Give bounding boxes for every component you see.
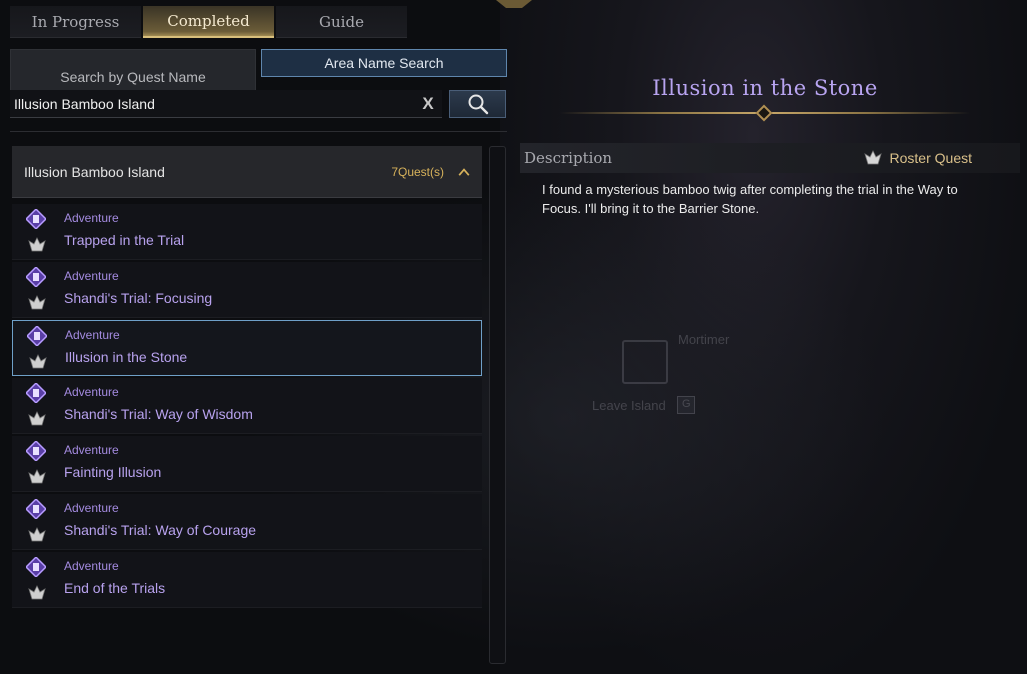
quest-name: Shandi's Trial: Focusing	[64, 290, 213, 306]
top-ornament	[496, 0, 532, 8]
area-group-title: Illusion Bamboo Island	[24, 163, 165, 180]
quest-type: Adventure	[64, 443, 119, 457]
roster-crown-icon	[28, 527, 46, 542]
adventure-book-icon	[27, 326, 47, 346]
adventure-book-icon	[26, 209, 46, 229]
exit-door-icon	[622, 340, 668, 384]
adventure-book-icon	[26, 557, 46, 577]
quest-item-trapped-in-the-trial[interactable]: Adventure Trapped in the Trial	[12, 204, 482, 260]
quest-type: Adventure	[65, 328, 120, 342]
roster-crown-icon	[863, 150, 882, 165]
quest-name: Shandi's Trial: Way of Courage	[64, 522, 257, 538]
area-group-header[interactable]: Illusion Bamboo Island 7Quest(s)	[12, 146, 482, 198]
adventure-book-icon	[26, 267, 46, 287]
roster-crown-icon	[28, 411, 46, 426]
list-scrollbar[interactable]	[489, 146, 506, 664]
adventure-book-icon	[26, 441, 46, 461]
quest-item-end-of-the-trials[interactable]: Adventure End of the Trials	[12, 552, 482, 608]
quest-type: Adventure	[64, 385, 119, 399]
quest-name: Fainting Illusion	[64, 464, 162, 480]
roster-crown-icon	[28, 237, 46, 252]
quest-name: Illusion in the Stone	[65, 349, 188, 365]
roster-crown-icon	[28, 295, 46, 310]
roster-quest-label: Roster Quest	[889, 150, 972, 166]
quest-count-badge: 7Quest(s)	[391, 164, 444, 179]
search-icon	[468, 94, 488, 115]
quest-type: Adventure	[64, 211, 119, 225]
quest-item-fainting-illusion[interactable]: Adventure Fainting Illusion	[12, 436, 482, 492]
quest-name: Shandi's Trial: Way of Wisdom	[64, 406, 253, 422]
quest-type: Adventure	[64, 559, 119, 573]
leave-key-hint: G	[677, 396, 695, 414]
quest-detail-title: Illusion in the Stone	[652, 76, 878, 100]
tab-completed[interactable]: Completed	[143, 6, 274, 38]
quest-type: Adventure	[64, 269, 119, 283]
leave-island-label: Leave Island	[592, 398, 666, 413]
search-row: X	[10, 90, 506, 118]
adventure-book-icon	[26, 383, 46, 403]
quest-item-illusion-in-the-stone[interactable]: Adventure Illusion in the Stone	[12, 320, 482, 376]
search-input[interactable]	[10, 95, 414, 112]
tab-in-progress[interactable]: In Progress	[10, 6, 141, 38]
leave-key-label: G	[682, 398, 691, 410]
description-header: Description Roster Quest	[520, 143, 1020, 173]
description-label: Description	[524, 149, 613, 167]
quest-name: Trapped in the Trial	[64, 232, 185, 248]
adventure-book-icon	[26, 499, 46, 519]
npc-name: Mortimer	[678, 332, 730, 347]
quest-item-shandis-trial-focusing[interactable]: Adventure Shandi's Trial: Focusing	[12, 262, 482, 318]
close-x-icon[interactable]: X	[414, 94, 442, 114]
quest-list: Adventure Trapped in the Trial Adventure…	[12, 204, 482, 610]
roster-crown-icon	[29, 354, 47, 369]
tab-guide[interactable]: Guide	[276, 6, 407, 38]
chevron-up-icon[interactable]	[458, 167, 470, 176]
roster-crown-icon	[28, 469, 46, 484]
quest-name: End of the Trials	[64, 580, 166, 596]
quest-description: I found a mysterious bamboo twig after c…	[542, 182, 958, 216]
quest-tabs: In Progress Completed Guide	[10, 6, 409, 38]
quest-item-shandis-trial-way-of-courage[interactable]: Adventure Shandi's Trial: Way of Courage	[12, 494, 482, 550]
search-button[interactable]	[449, 90, 506, 118]
quest-type: Adventure	[64, 501, 119, 515]
roster-crown-icon	[28, 585, 46, 600]
area-name-search-button[interactable]: Area Name Search	[261, 49, 507, 77]
quest-item-shandis-trial-way-of-wisdom[interactable]: Adventure Shandi's Trial: Way of Wisdom	[12, 378, 482, 434]
divider	[10, 131, 507, 132]
search-box: X	[10, 90, 442, 118]
